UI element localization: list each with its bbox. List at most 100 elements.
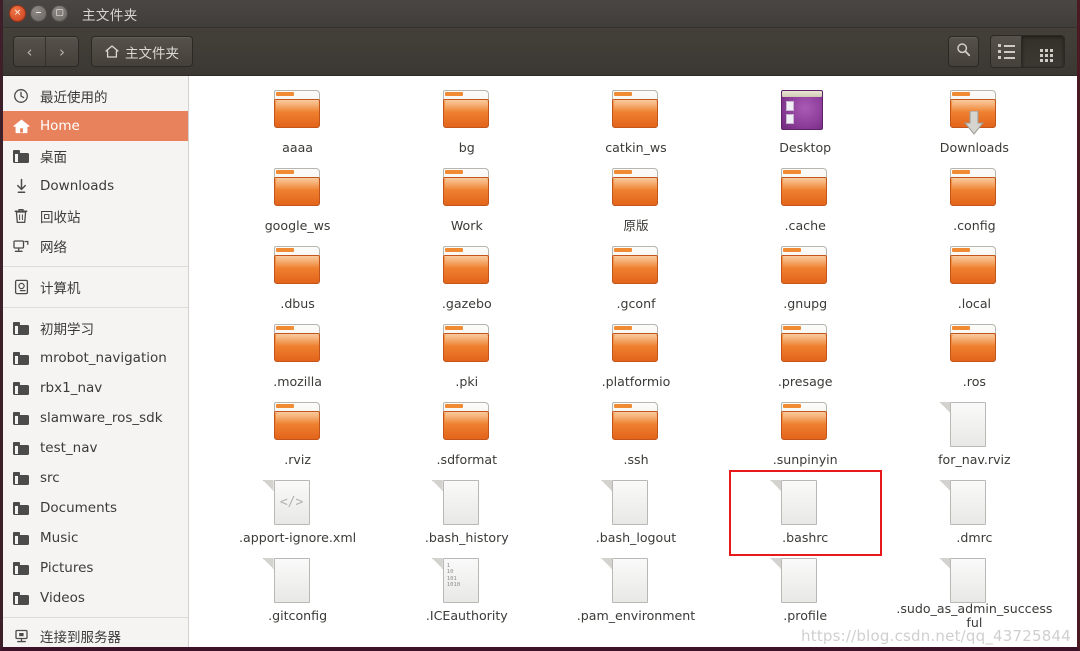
sidebar-item-label: 桌面 (40, 150, 67, 166)
file-item[interactable]: .ssh (551, 396, 720, 474)
view-grid-button[interactable] (1022, 36, 1064, 67)
file-item[interactable]: .bash_history (382, 474, 551, 552)
file-item-label: .gitconfig (268, 608, 328, 623)
file-item-label: .bash_history (424, 530, 509, 545)
sidebar-item-videos[interactable]: Videos (3, 583, 188, 613)
file-item[interactable]: .platformio (551, 318, 720, 396)
sidebar-item-label: Documents (40, 500, 117, 516)
file-item[interactable]: .local (890, 240, 1059, 318)
sidebar-item-connect-to-server[interactable]: 连接到服务器 (3, 621, 188, 647)
toolbar-right-tools (948, 35, 1065, 68)
sidebar-item-item-1-0[interactable]: 计算机 (3, 272, 188, 302)
sidebar-item-music[interactable]: Music (3, 523, 188, 553)
close-button[interactable]: × (9, 5, 26, 22)
file-item[interactable]: for_nav.rviz (890, 396, 1059, 474)
file-item-label: .gazebo (441, 296, 492, 311)
file-item[interactable]: .ros (890, 318, 1059, 396)
sidebar-item-rbx1_nav[interactable]: rbx1_nav (3, 373, 188, 403)
file-item-label: catkin_ws (605, 140, 667, 155)
file-item[interactable]: .dmrc (890, 474, 1059, 552)
file-item-label: .pam_environment (576, 608, 696, 623)
sidebar-item-label: test_nav (40, 440, 98, 456)
search-icon (956, 42, 971, 61)
vertical-scrollbar[interactable] (1071, 76, 1077, 647)
file-item[interactable]: .config (890, 162, 1059, 240)
file-item-label: Desktop (779, 140, 832, 155)
folder-icon (950, 324, 998, 372)
file-item[interactable]: .gitconfig (213, 552, 382, 630)
maximize-icon: ▢ (55, 8, 64, 18)
file-item[interactable]: .gnupg (721, 240, 890, 318)
sidebar-bottom: 连接到服务器 (3, 617, 188, 647)
folder-icon (611, 168, 660, 216)
file-item[interactable]: Work (382, 162, 551, 240)
sidebar-item-src[interactable]: src (3, 463, 188, 493)
document-file-icon (939, 402, 998, 450)
folder-icon (12, 379, 30, 397)
sidebar-item-slamware_ros_sdk[interactable]: slamware_ros_sdk (3, 403, 188, 433)
minimize-button[interactable]: – (30, 5, 47, 22)
document-file-icon (600, 558, 660, 606)
file-item[interactable]: .pki (382, 318, 551, 396)
sidebar-item-item-2-0[interactable]: 初期学习 (3, 313, 188, 343)
file-item[interactable]: 原版 (551, 162, 720, 240)
file-item[interactable]: catkin_ws (551, 84, 720, 162)
sidebar-item-item-0-0[interactable]: 最近使用的 (3, 81, 188, 111)
folder-icon (12, 559, 30, 577)
file-item[interactable]: bg (382, 84, 551, 162)
file-item[interactable]: .mozilla (213, 318, 382, 396)
forward-button[interactable]: › (46, 37, 78, 66)
file-item[interactable]: .profile (721, 552, 890, 630)
file-item[interactable]: .rviz (213, 396, 382, 474)
document-file-icon (770, 480, 829, 528)
code-file-icon: </> (262, 480, 322, 528)
file-item[interactable]: .bash_logout (551, 474, 720, 552)
file-item[interactable]: .gconf (551, 240, 720, 318)
file-item[interactable]: .sudo_as_admin_successful (890, 552, 1059, 630)
window-controls: × – ▢ (9, 5, 68, 22)
sidebar-item-downloads[interactable]: Downloads (3, 171, 188, 201)
folder-icon (12, 439, 30, 457)
sidebar-item-item-0-4[interactable]: 回收站 (3, 201, 188, 231)
sidebar-item-test_nav[interactable]: test_nav (3, 433, 188, 463)
file-item[interactable]: aaaa (213, 84, 382, 162)
file-item[interactable]: .pam_environment (551, 552, 720, 630)
file-item[interactable]: .gazebo (382, 240, 551, 318)
sidebar-item-label: Home (40, 118, 80, 134)
search-button[interactable] (948, 36, 979, 67)
chevron-left-icon: ‹ (26, 42, 33, 61)
file-item[interactable]: .cache (721, 162, 890, 240)
trash-icon (12, 207, 30, 225)
file-item[interactable]: Desktop (721, 84, 890, 162)
sidebar-item-pictures[interactable]: Pictures (3, 553, 188, 583)
file-item-label: .mozilla (273, 374, 322, 389)
file-item[interactable]: </> .apport-ignore.xml (213, 474, 382, 552)
breadcrumb-label: 主文件夹 (125, 45, 179, 62)
sidebar-item-label: rbx1_nav (40, 380, 103, 396)
maximize-button[interactable]: ▢ (51, 5, 68, 22)
sidebar-item-item-0-5[interactable]: 网络 (3, 231, 188, 261)
file-browser-area[interactable]: aaaa bg catkin_ws Desktop Downloads goog… (189, 76, 1077, 647)
folder-icon (273, 246, 322, 294)
file-item[interactable]: .dbus (213, 240, 382, 318)
sidebar-item-mrobot_navigation[interactable]: mrobot_navigation (3, 343, 188, 373)
view-list-button[interactable] (991, 36, 1022, 67)
home-icon (105, 45, 119, 58)
sidebar-item-item-0-2[interactable]: 桌面 (3, 141, 188, 171)
sidebar-item-documents[interactable]: Documents (3, 493, 188, 523)
back-button[interactable]: ‹ (14, 37, 46, 66)
sidebar-item-home[interactable]: Home (3, 111, 188, 141)
file-item[interactable]: .presage (721, 318, 890, 396)
file-item[interactable]: .sunpinyin (721, 396, 890, 474)
file-item[interactable]: .sdformat (382, 396, 551, 474)
file-item[interactable]: google_ws (213, 162, 382, 240)
breadcrumb-item-home[interactable]: 主文件夹 (91, 36, 193, 67)
file-item[interactable]: .bashrc (721, 470, 890, 556)
folder-icon (611, 324, 660, 372)
sidebar-divider (3, 307, 188, 308)
folder-icon (950, 246, 998, 294)
file-item[interactable]: Downloads (890, 84, 1059, 162)
file-item[interactable]: 1 10 101 1010 .ICEauthority (382, 552, 551, 630)
file-item-label: .sdformat (436, 452, 498, 467)
chevron-right-icon: › (59, 42, 65, 61)
